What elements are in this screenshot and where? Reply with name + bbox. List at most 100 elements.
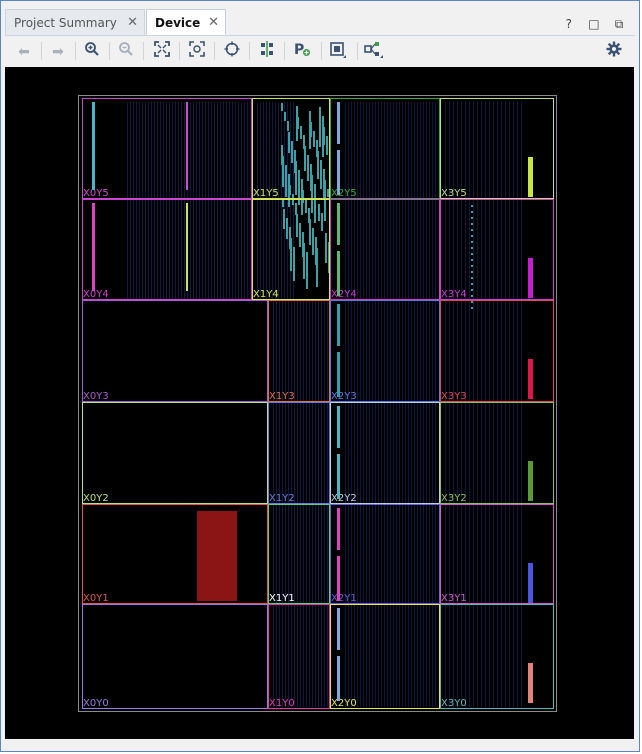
forward-icon[interactable]: ➡ — [47, 41, 69, 63]
routing-dot — [471, 205, 473, 207]
clock-column — [337, 352, 340, 397]
show-clock-regions-icon[interactable] — [327, 41, 349, 63]
bram-column — [528, 563, 533, 603]
routing-congestion — [326, 136, 328, 155]
zoom-in-icon[interactable] — [81, 41, 103, 63]
tab-device[interactable]: Device ✕ — [146, 9, 226, 35]
toolbar-separator — [109, 42, 110, 60]
back-icon[interactable]: ⬅ — [13, 41, 35, 63]
clock-region-x1y0 — [268, 604, 330, 709]
device-window: Project Summary ✕ Device ✕ ? □ ⧉ ⬅ ➡ P X… — [0, 0, 640, 752]
tab-project-summary[interactable]: Project Summary ✕ — [5, 9, 145, 35]
routing-congestion — [312, 228, 314, 255]
routing-dot — [471, 247, 473, 249]
pblock — [197, 511, 237, 601]
clock-region-label: X1Y3 — [269, 391, 295, 402]
routing-congestion — [300, 126, 302, 139]
clock-column — [337, 406, 340, 448]
settings-icon[interactable] — [603, 41, 625, 63]
bram-column — [528, 461, 533, 501]
clock-region-x1y1 — [268, 504, 330, 604]
routing-congestion — [286, 218, 288, 239]
clock-column — [337, 102, 340, 144]
bram-column — [528, 663, 533, 703]
routing-dot — [471, 307, 473, 309]
routing-congestion — [320, 160, 322, 189]
device-view[interactable]: X0Y5 X1Y5 X2Y5 X3Y5 X0Y4 X1Y4 X2Y4 X3Y4 X0Y3 X1Y3… — [5, 67, 634, 739]
routing-congestion — [323, 169, 325, 199]
clock-column — [186, 102, 188, 190]
routing-congestion — [281, 145, 283, 165]
routing-congestion — [287, 121, 289, 131]
clock-region-label: X2Y2 — [331, 493, 357, 504]
clock-region-label: X2Y5 — [331, 188, 357, 199]
routing-congestion — [284, 112, 286, 121]
toolbar-separator — [214, 42, 215, 60]
routing-dot — [471, 235, 473, 237]
clock-column — [92, 203, 95, 291]
routing-congestion — [301, 179, 303, 215]
routing-congestion — [314, 184, 316, 223]
routing-congestion — [296, 214, 298, 237]
clock-column — [186, 203, 188, 291]
routing-dot — [471, 217, 473, 219]
clock-region-label: X3Y2 — [441, 493, 467, 504]
clock-region-x0y1 — [82, 504, 268, 604]
zoom-out-icon[interactable] — [115, 41, 137, 63]
clock-column — [337, 656, 340, 701]
zoom-to-selected-icon[interactable] — [186, 41, 208, 63]
routing-dot — [471, 211, 473, 213]
routing-dot — [471, 277, 473, 279]
clock-region-label: X0Y4 — [83, 289, 109, 300]
clock-region-label: X3Y3 — [441, 391, 467, 402]
tab-label: Device — [155, 16, 201, 30]
routing-dot — [471, 223, 473, 225]
bram-column — [528, 359, 533, 399]
clock-region-x0y0 — [82, 604, 268, 709]
routing-resources-icon[interactable] — [256, 41, 278, 63]
clock-region-label: X0Y2 — [83, 493, 109, 504]
toolbar-separator — [321, 42, 322, 60]
clock-region-label: X0Y1 — [83, 593, 109, 604]
clock-region-label: X1Y0 — [269, 698, 295, 709]
window-controls: ? □ ⧉ — [557, 13, 627, 33]
routing-congestion — [295, 203, 297, 215]
device-canvas[interactable]: X0Y5 X1Y5 X2Y5 X3Y5 X0Y4 X1Y4 X2Y4 X3Y4 X0Y3 X1Y3… — [5, 67, 634, 739]
routing-congestion — [288, 174, 290, 207]
clock-region-label: X3Y4 — [441, 289, 467, 300]
close-icon[interactable]: ✕ — [127, 10, 138, 36]
routing-congestion — [309, 111, 311, 149]
toolbar: ⬅ ➡ P — [5, 36, 635, 66]
float-icon[interactable]: ⧉ — [611, 16, 627, 32]
routing-dot — [471, 301, 473, 303]
clock-column — [337, 556, 340, 601]
routing-congestion — [325, 233, 327, 263]
clock-region-label: X2Y4 — [331, 289, 357, 300]
routing-congestion — [318, 204, 320, 221]
help-icon[interactable]: ? — [561, 16, 577, 32]
routing-dot — [471, 259, 473, 261]
clock-region-label: X0Y5 — [83, 188, 109, 199]
clock-region-label: X1Y4 — [253, 289, 279, 300]
clock-column — [92, 102, 95, 190]
routing-congestion — [316, 140, 318, 157]
clock-column — [337, 508, 340, 550]
maximize-icon[interactable]: □ — [586, 16, 602, 32]
routing-dot — [471, 253, 473, 255]
clock-region-x0y3 — [82, 300, 268, 402]
clock-region-label: X0Y0 — [83, 698, 109, 709]
close-icon[interactable]: ✕ — [208, 10, 219, 36]
view-options-icon[interactable] — [363, 41, 385, 63]
clock-column — [337, 454, 340, 499]
routing-dot — [471, 295, 473, 297]
clock-column — [337, 203, 340, 245]
routing-congestion — [313, 131, 315, 147]
toolbar-separator — [284, 42, 285, 60]
routing-congestion — [310, 164, 312, 191]
clock-region-label: X1Y2 — [269, 493, 295, 504]
auto-fit-selection-icon[interactable] — [221, 41, 243, 63]
clock-region-x0y2 — [82, 402, 268, 504]
add-pblock-icon[interactable]: P — [291, 41, 313, 63]
routing-congestion — [305, 199, 307, 213]
zoom-fit-icon[interactable] — [151, 41, 173, 63]
